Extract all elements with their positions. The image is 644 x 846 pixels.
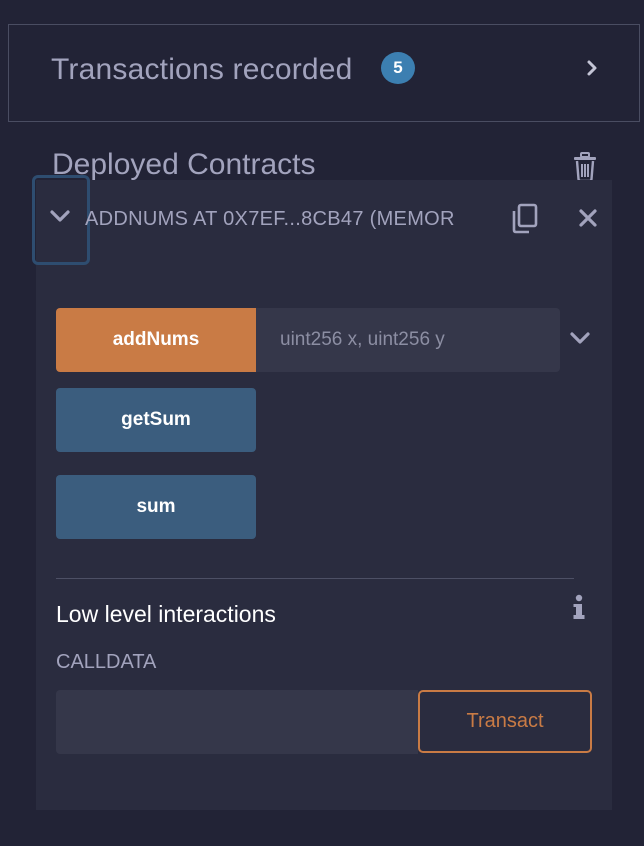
trash-icon[interactable]	[572, 152, 598, 182]
close-icon[interactable]	[578, 208, 598, 228]
chevron-down-icon	[50, 210, 70, 222]
info-icon[interactable]	[571, 594, 587, 620]
contract-name[interactable]: ADDNUMS AT 0X7EF...8CB47 (MEMOR	[85, 208, 455, 231]
low-level-interactions-title: Low level interactions	[56, 601, 276, 627]
chevron-down-icon[interactable]	[568, 328, 592, 348]
chevron-right-icon[interactable]	[581, 57, 603, 79]
section-divider	[56, 578, 574, 579]
getsum-button[interactable]: getSum	[56, 388, 256, 452]
copy-icon[interactable]	[508, 201, 540, 235]
transact-button[interactable]: Transact	[418, 690, 592, 753]
transactions-count-badge: 5	[381, 52, 415, 84]
deployed-contracts-title: Deployed Contracts	[52, 148, 316, 181]
transactions-recorded-title: Transactions recorded	[51, 53, 353, 86]
calldata-label: CALLDATA	[56, 651, 157, 673]
contract-collapse-toggle[interactable]	[32, 175, 90, 265]
sum-button[interactable]: sum	[56, 475, 256, 539]
addnums-args-input[interactable]	[256, 308, 560, 372]
addnums-button[interactable]: addNums	[56, 308, 256, 372]
transactions-recorded-panel[interactable]: Transactions recorded 5	[8, 24, 640, 122]
calldata-input[interactable]	[56, 690, 418, 754]
